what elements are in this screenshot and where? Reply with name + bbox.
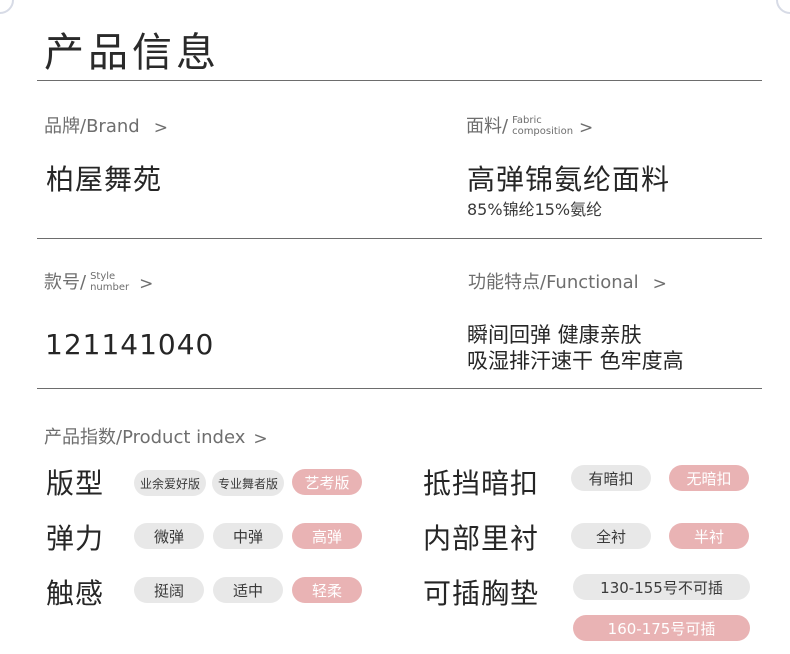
- elastic-option-micro: 微弹: [134, 523, 204, 549]
- fit-option-amateur: 业余爱好版: [134, 470, 206, 496]
- feel-option-moderate: 适中: [213, 577, 283, 603]
- divider: [37, 238, 762, 239]
- feel-option-soft: 轻柔: [292, 577, 362, 603]
- divider: [37, 80, 762, 81]
- divider: [37, 388, 762, 389]
- index-lining-name: 内部里衬: [423, 522, 540, 555]
- corner-decoration-right: [776, 0, 790, 14]
- style-label: 款号/ Style number >: [44, 268, 153, 294]
- product-index-label-text: 产品指数/Product index: [44, 427, 246, 448]
- product-index-label: 产品指数/Product index >: [44, 423, 268, 449]
- fabric-arrow: >: [579, 118, 594, 138]
- functional-arrow: >: [652, 274, 667, 294]
- brand-value: 柏屋舞苑: [46, 163, 163, 196]
- brand-label: 品牌/Brand >: [44, 112, 168, 138]
- brand-arrow: >: [153, 118, 168, 138]
- style-label-en: Style number: [90, 271, 129, 293]
- page-title: 产品信息: [44, 30, 220, 76]
- fabric-label-en-2: composition: [512, 126, 574, 137]
- corner-decoration-left: [0, 0, 14, 14]
- fabric-detail: 85%锦纶15%氨纶: [467, 200, 603, 219]
- functional-label-text: 功能特点/Functional: [468, 272, 639, 293]
- fit-option-exam: 艺考版: [292, 469, 362, 495]
- hidden-button-option-yes: 有暗扣: [571, 465, 651, 491]
- elastic-option-medium: 中弹: [213, 523, 283, 549]
- functional-label: 功能特点/Functional >: [468, 268, 667, 294]
- style-label-en-2: number: [90, 282, 130, 293]
- functional-line-1: 瞬间回弹 健康亲肤: [467, 323, 642, 347]
- lining-option-half: 半衬: [669, 523, 749, 549]
- feel-option-crisp: 挺阔: [134, 577, 204, 603]
- elastic-option-high: 高弹: [292, 523, 362, 549]
- fabric-value: 高弹锦氨纶面料: [467, 163, 671, 196]
- lining-option-full: 全衬: [571, 523, 651, 549]
- functional-line-2: 吸湿排汗速干 色牢度高: [467, 349, 684, 373]
- index-feel-name: 触感: [46, 577, 105, 610]
- hidden-button-option-no: 无暗扣: [669, 465, 749, 491]
- brand-label-text: 品牌/Brand: [44, 116, 140, 137]
- chest-pad-option-yes: 160-175号可插: [573, 615, 750, 641]
- index-elastic-name: 弹力: [46, 522, 105, 555]
- style-label-text: 款号/: [44, 272, 87, 293]
- index-fit-name: 版型: [46, 467, 105, 500]
- fabric-label-text: 面料/: [466, 116, 509, 137]
- chest-pad-option-no: 130-155号不可插: [573, 574, 750, 600]
- index-chest-pad-name: 可插胸垫: [423, 577, 540, 610]
- functional-features: 瞬间回弹 健康亲肤 吸湿排汗速干 色牢度高: [467, 322, 684, 374]
- style-value: 121141040: [45, 328, 215, 361]
- fabric-label: 面料/ Fabric composition >: [466, 112, 593, 138]
- product-index-arrow: >: [253, 429, 268, 449]
- style-label-en-1: Style: [90, 271, 116, 282]
- fabric-label-en: Fabric composition: [512, 115, 573, 137]
- index-hidden-button-name: 抵挡暗扣: [423, 467, 540, 500]
- style-arrow: >: [139, 274, 154, 294]
- fabric-label-en-1: Fabric: [512, 115, 542, 126]
- fit-option-professional: 专业舞者版: [212, 470, 284, 496]
